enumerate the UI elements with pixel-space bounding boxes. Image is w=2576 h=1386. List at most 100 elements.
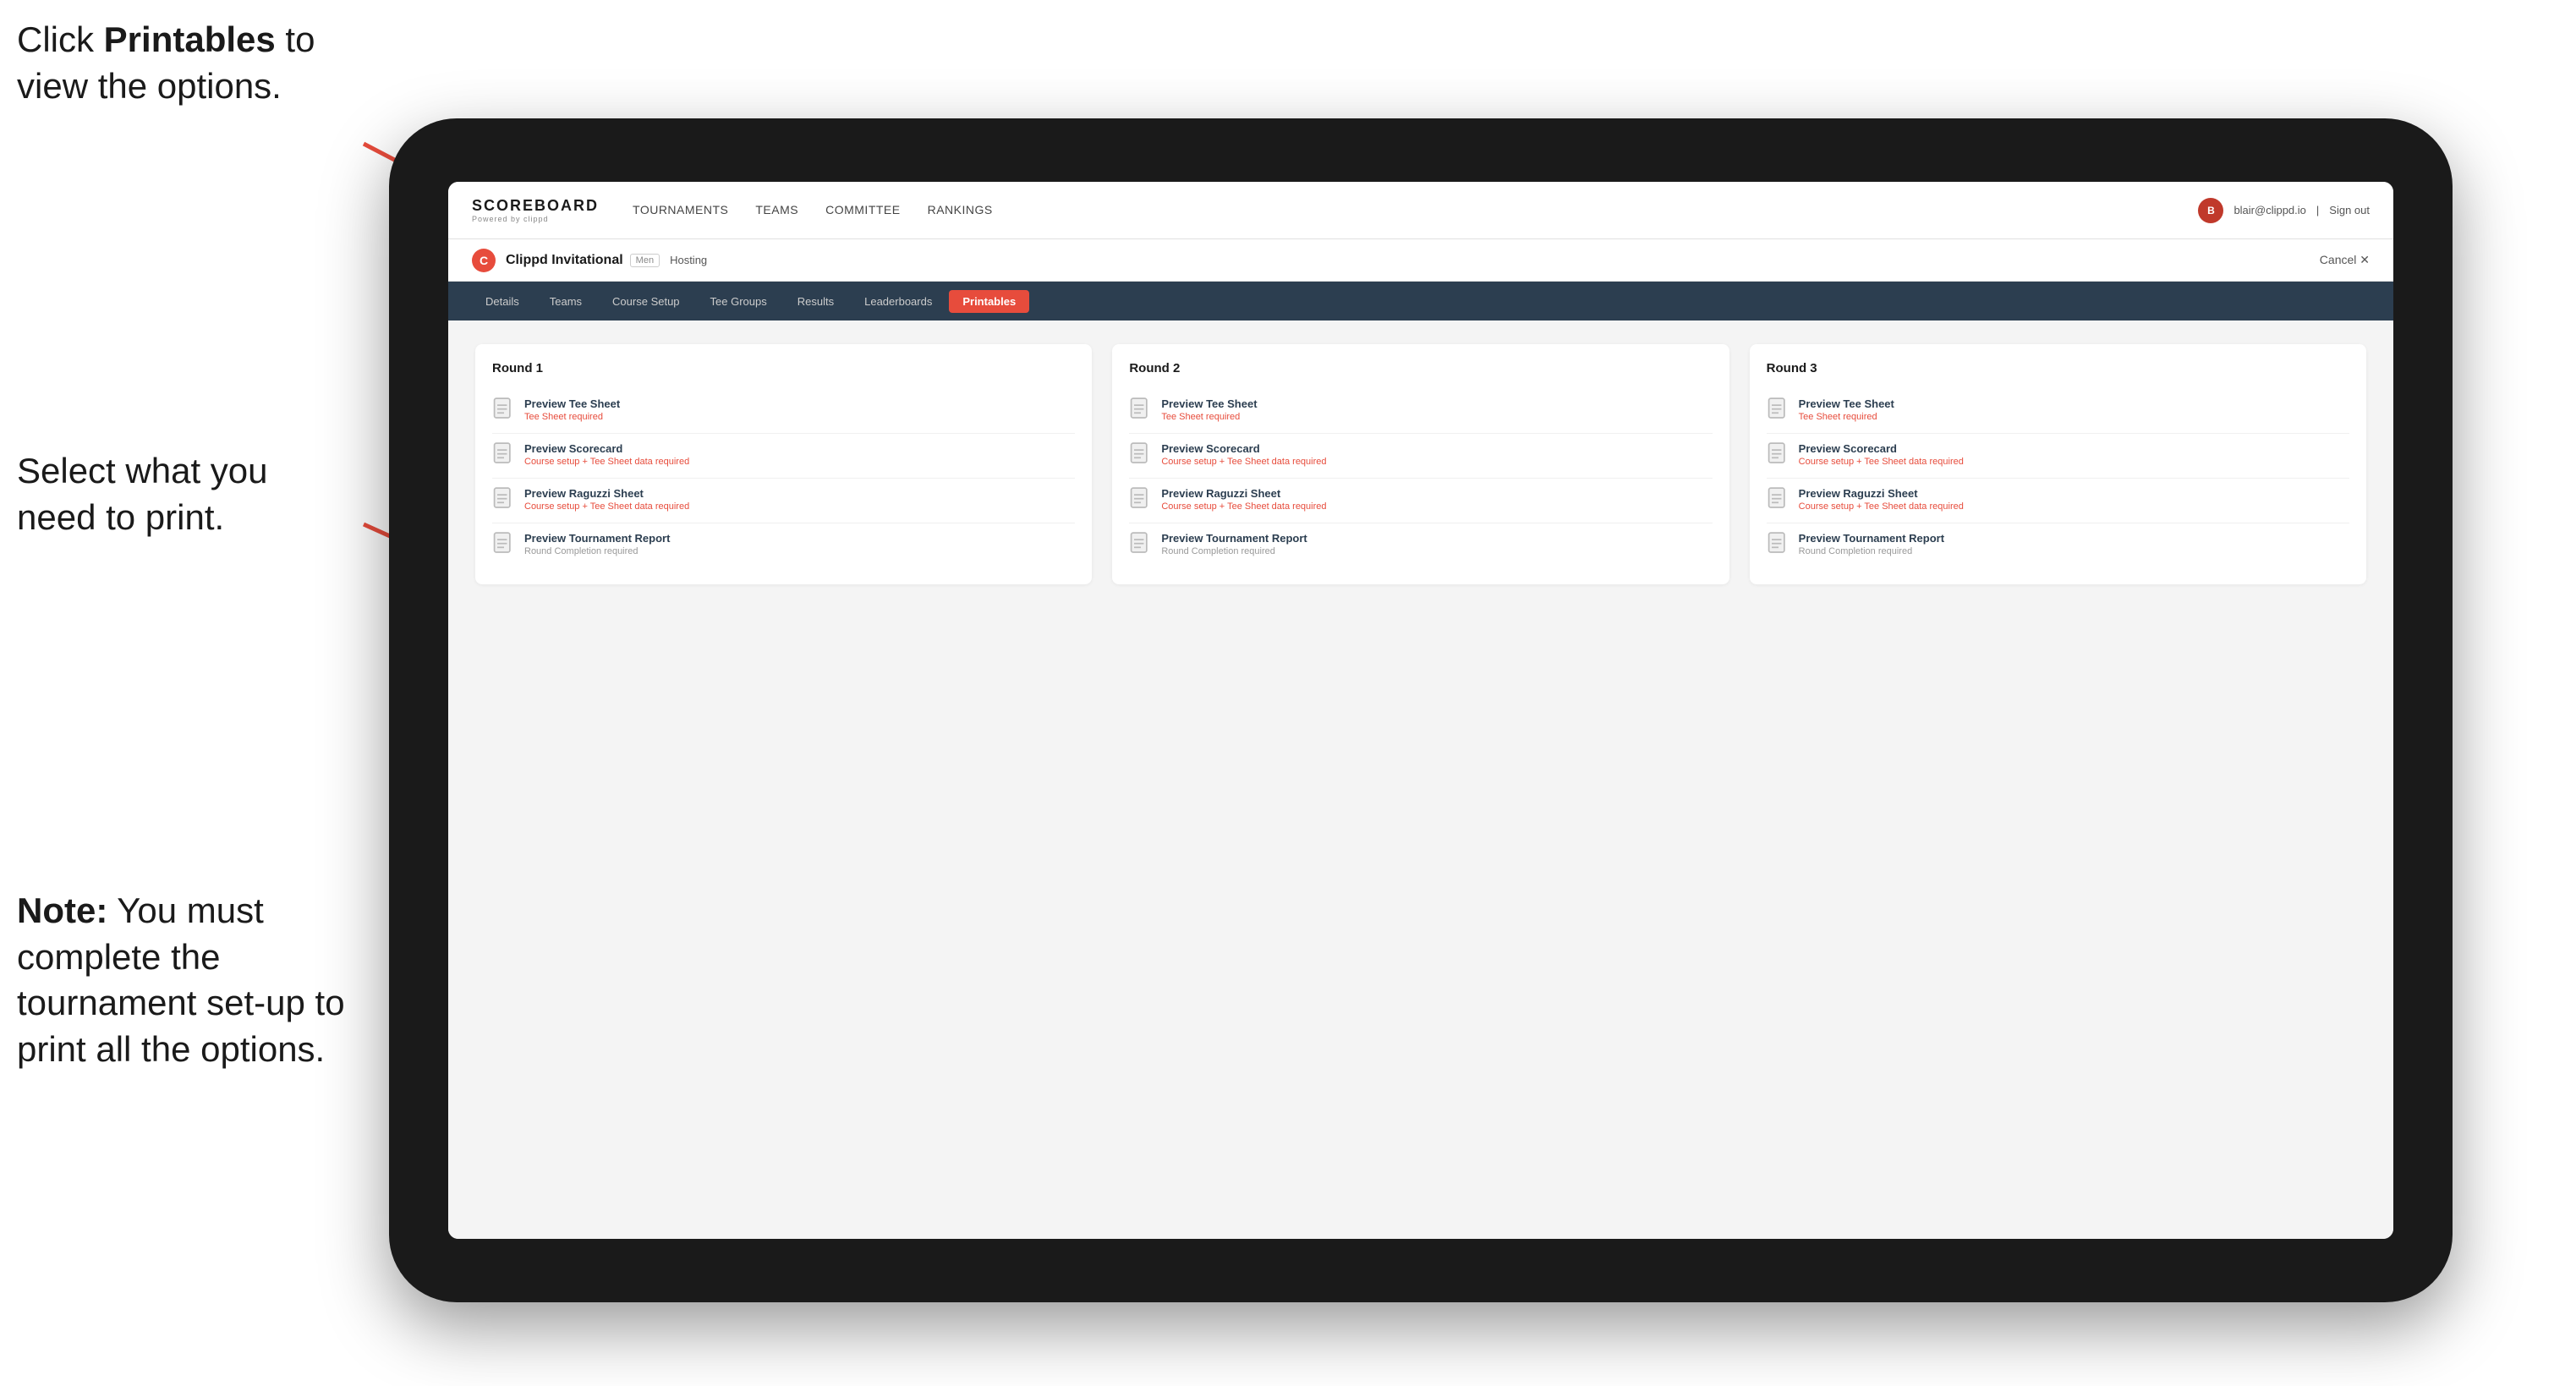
round-3-report-sub: Round Completion required (1799, 546, 2349, 556)
tablet-device: SCOREBOARD Powered by clippd TOURNAMENTS… (389, 118, 2453, 1302)
round-1-report-title: Preview Tournament Report (524, 532, 1075, 545)
nav-rankings[interactable]: RANKINGS (928, 203, 993, 218)
app-title: SCOREBOARD (472, 197, 599, 215)
round-3-raguzzi-sub: Course setup + Tee Sheet data required (1799, 501, 2349, 512)
instruction-middle: Select what you need to print. (17, 448, 338, 540)
round-1-tee-sheet-text: Preview Tee Sheet Tee Sheet required (524, 397, 1075, 422)
round-1-tee-sheet[interactable]: Preview Tee Sheet Tee Sheet required (492, 389, 1075, 434)
round-3-scorecard-sub: Course setup + Tee Sheet data required (1799, 457, 2349, 467)
rounds-grid: Round 1 Preview Tee Sheet (475, 344, 2366, 584)
tournament-badge: Men (630, 254, 660, 267)
round-2-raguzzi-sub: Course setup + Tee Sheet data required (1161, 501, 1712, 512)
round-1-scorecard-title: Preview Scorecard (524, 442, 1075, 455)
round-2-raguzzi-text: Preview Raguzzi Sheet Course setup + Tee… (1161, 487, 1712, 512)
tab-teams[interactable]: Teams (536, 290, 595, 313)
round-3-scorecard[interactable]: Preview Scorecard Course setup + Tee She… (1767, 434, 2349, 479)
app-subtitle: Powered by clippd (472, 215, 599, 223)
round-1-title: Round 1 (492, 361, 1075, 375)
tab-tee-groups[interactable]: Tee Groups (697, 290, 781, 313)
tournament-bar: C Clippd Invitational Men Hosting Cancel… (448, 239, 2393, 282)
round-2-report-sub: Round Completion required (1161, 546, 1712, 556)
round-1-section: Round 1 Preview Tee Sheet (475, 344, 1092, 584)
round-1-scorecard-text: Preview Scorecard Course setup + Tee She… (524, 442, 1075, 467)
tab-details[interactable]: Details (472, 290, 533, 313)
round-1-tournament-report[interactable]: Preview Tournament Report Round Completi… (492, 523, 1075, 567)
round-3-scorecard-text: Preview Scorecard Course setup + Tee She… (1799, 442, 2349, 467)
round-2-tournament-report[interactable]: Preview Tournament Report Round Completi… (1129, 523, 1712, 567)
round-1-raguzzi-title: Preview Raguzzi Sheet (524, 487, 1075, 500)
tournament-name: Clippd Invitational (506, 253, 623, 268)
round-3-raguzzi-title: Preview Raguzzi Sheet (1799, 487, 2349, 500)
round-1-raguzzi-sub: Course setup + Tee Sheet data required (524, 501, 1075, 512)
round-2-tee-sheet-sub: Tee Sheet required (1161, 412, 1712, 422)
round-3-tee-sheet-sub: Tee Sheet required (1799, 412, 2349, 422)
tablet-screen: SCOREBOARD Powered by clippd TOURNAMENTS… (448, 182, 2393, 1239)
round-2-report-title: Preview Tournament Report (1161, 532, 1712, 545)
sign-out-link[interactable]: Sign out (2329, 204, 2370, 216)
tab-printables[interactable]: Printables (949, 290, 1029, 313)
tournament-logo: C (472, 249, 496, 272)
round-2-tee-sheet-title: Preview Tee Sheet (1161, 397, 1712, 410)
doc-icon-r3-2 (1767, 442, 1790, 469)
top-nav-links: TOURNAMENTS TEAMS COMMITTEE RANKINGS (633, 203, 2198, 218)
round-1-report-text: Preview Tournament Report Round Completi… (524, 532, 1075, 556)
doc-icon-r2-4 (1129, 532, 1153, 559)
nav-teams[interactable]: TEAMS (755, 203, 798, 218)
round-3-tee-sheet-text: Preview Tee Sheet Tee Sheet required (1799, 397, 2349, 422)
round-2-title: Round 2 (1129, 361, 1712, 375)
round-1-report-sub: Round Completion required (524, 546, 1075, 556)
instruction-bottom: Note: You must complete the tournament s… (17, 888, 355, 1072)
doc-icon-r2-1 (1129, 397, 1153, 425)
cancel-button[interactable]: Cancel ✕ (2320, 253, 2370, 267)
round-2-raguzzi[interactable]: Preview Raguzzi Sheet Course setup + Tee… (1129, 479, 1712, 523)
round-1-scorecard[interactable]: Preview Scorecard Course setup + Tee She… (492, 434, 1075, 479)
tab-leaderboards[interactable]: Leaderboards (851, 290, 945, 313)
round-1-raguzzi-text: Preview Raguzzi Sheet Course setup + Tee… (524, 487, 1075, 512)
round-2-raguzzi-title: Preview Raguzzi Sheet (1161, 487, 1712, 500)
round-3-raguzzi-text: Preview Raguzzi Sheet Course setup + Tee… (1799, 487, 2349, 512)
round-3-tournament-report[interactable]: Preview Tournament Report Round Completi… (1767, 523, 2349, 567)
round-3-tee-sheet-title: Preview Tee Sheet (1799, 397, 2349, 410)
tab-results[interactable]: Results (784, 290, 847, 313)
round-2-scorecard-sub: Course setup + Tee Sheet data required (1161, 457, 1712, 467)
scoreboard-logo: SCOREBOARD Powered by clippd (472, 197, 599, 223)
round-1-tee-sheet-title: Preview Tee Sheet (524, 397, 1075, 410)
round-1-scorecard-sub: Course setup + Tee Sheet data required (524, 457, 1075, 467)
round-1-tee-sheet-sub: Tee Sheet required (524, 412, 1075, 422)
nav-tournaments[interactable]: TOURNAMENTS (633, 203, 728, 218)
doc-icon-r3-1 (1767, 397, 1790, 425)
tab-course-setup[interactable]: Course Setup (599, 290, 693, 313)
round-2-section: Round 2 Preview Tee Sheet (1112, 344, 1729, 584)
round-3-scorecard-title: Preview Scorecard (1799, 442, 2349, 455)
document-icon-4 (492, 532, 516, 559)
round-2-tee-sheet[interactable]: Preview Tee Sheet Tee Sheet required (1129, 389, 1712, 434)
top-nav-user-area: B blair@clippd.io | Sign out (2198, 198, 2370, 223)
sub-navigation: Details Teams Course Setup Tee Groups Re… (448, 282, 2393, 320)
doc-icon-r2-2 (1129, 442, 1153, 469)
nav-committee[interactable]: COMMITTEE (825, 203, 901, 218)
doc-icon-r3-4 (1767, 532, 1790, 559)
document-icon-2 (492, 442, 516, 469)
round-2-tee-sheet-text: Preview Tee Sheet Tee Sheet required (1161, 397, 1712, 422)
round-3-tee-sheet[interactable]: Preview Tee Sheet Tee Sheet required (1767, 389, 2349, 434)
top-navigation: SCOREBOARD Powered by clippd TOURNAMENTS… (448, 182, 2393, 239)
separator: | (2316, 204, 2319, 216)
document-icon (492, 397, 516, 425)
round-2-scorecard-title: Preview Scorecard (1161, 442, 1712, 455)
round-2-scorecard[interactable]: Preview Scorecard Course setup + Tee She… (1129, 434, 1712, 479)
round-3-raguzzi[interactable]: Preview Raguzzi Sheet Course setup + Tee… (1767, 479, 2349, 523)
doc-icon-r2-3 (1129, 487, 1153, 514)
round-3-report-text: Preview Tournament Report Round Completi… (1799, 532, 2349, 556)
round-2-scorecard-text: Preview Scorecard Course setup + Tee She… (1161, 442, 1712, 467)
tournament-status: Hosting (670, 254, 707, 266)
document-icon-3 (492, 487, 516, 514)
instruction-top: Click Printables to view the options. (17, 17, 338, 109)
round-3-title: Round 3 (1767, 361, 2349, 375)
round-3-report-title: Preview Tournament Report (1799, 532, 2349, 545)
round-2-report-text: Preview Tournament Report Round Completi… (1161, 532, 1712, 556)
round-1-raguzzi[interactable]: Preview Raguzzi Sheet Course setup + Tee… (492, 479, 1075, 523)
doc-icon-r3-3 (1767, 487, 1790, 514)
main-content: Round 1 Preview Tee Sheet (448, 320, 2393, 1239)
user-email: blair@clippd.io (2233, 204, 2305, 216)
round-3-section: Round 3 Preview Tee Sheet (1750, 344, 2366, 584)
